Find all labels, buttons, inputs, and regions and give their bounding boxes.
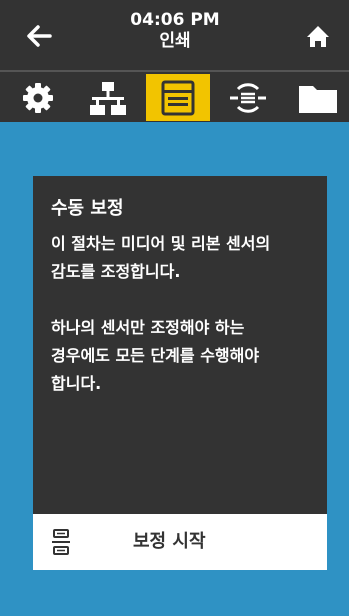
manual-calibration-card: 수동 보정 이 절차는 미디어 및 리본 센서의 감도를 조정합니다. 하나의 … [33,176,327,570]
card-text-line: 이 절차는 미디어 및 리본 센서의 [51,234,271,253]
arrow-left-icon [27,25,52,47]
tab-storage[interactable] [286,74,349,121]
clock-time: 04:06 PM [130,10,220,30]
top-bar: 04:06 PM 인쇄 [0,0,349,70]
card-text-line: 합니다. [51,374,102,393]
folder-icon [299,85,337,113]
sensor-icon [230,82,266,113]
tab-print[interactable] [146,74,210,121]
start-calibration-button[interactable]: 보정 시작 [33,514,327,570]
card-text-line: 경우에도 모든 단계를 수행해야 [51,346,260,365]
tab-bar [0,70,349,122]
printer-icon [161,80,195,115]
tab-settings[interactable] [6,74,70,121]
calibration-icon [52,529,70,555]
card-title: 수동 보정 [51,198,124,219]
tab-sensor[interactable] [216,74,280,121]
card-text-line: 감도를 조정합니다. [51,262,181,281]
page-title: 인쇄 [159,31,191,51]
start-calibration-label: 보정 시작 [133,531,206,552]
header-title-group: 04:06 PM 인쇄 [90,10,260,52]
home-button[interactable] [298,16,338,56]
back-button[interactable] [20,16,60,56]
tab-network[interactable] [76,74,140,121]
home-icon [307,26,329,47]
card-text-line: 하나의 센서만 조정해야 하는 [51,318,245,337]
gear-icon [23,82,53,113]
network-icon [90,81,126,115]
